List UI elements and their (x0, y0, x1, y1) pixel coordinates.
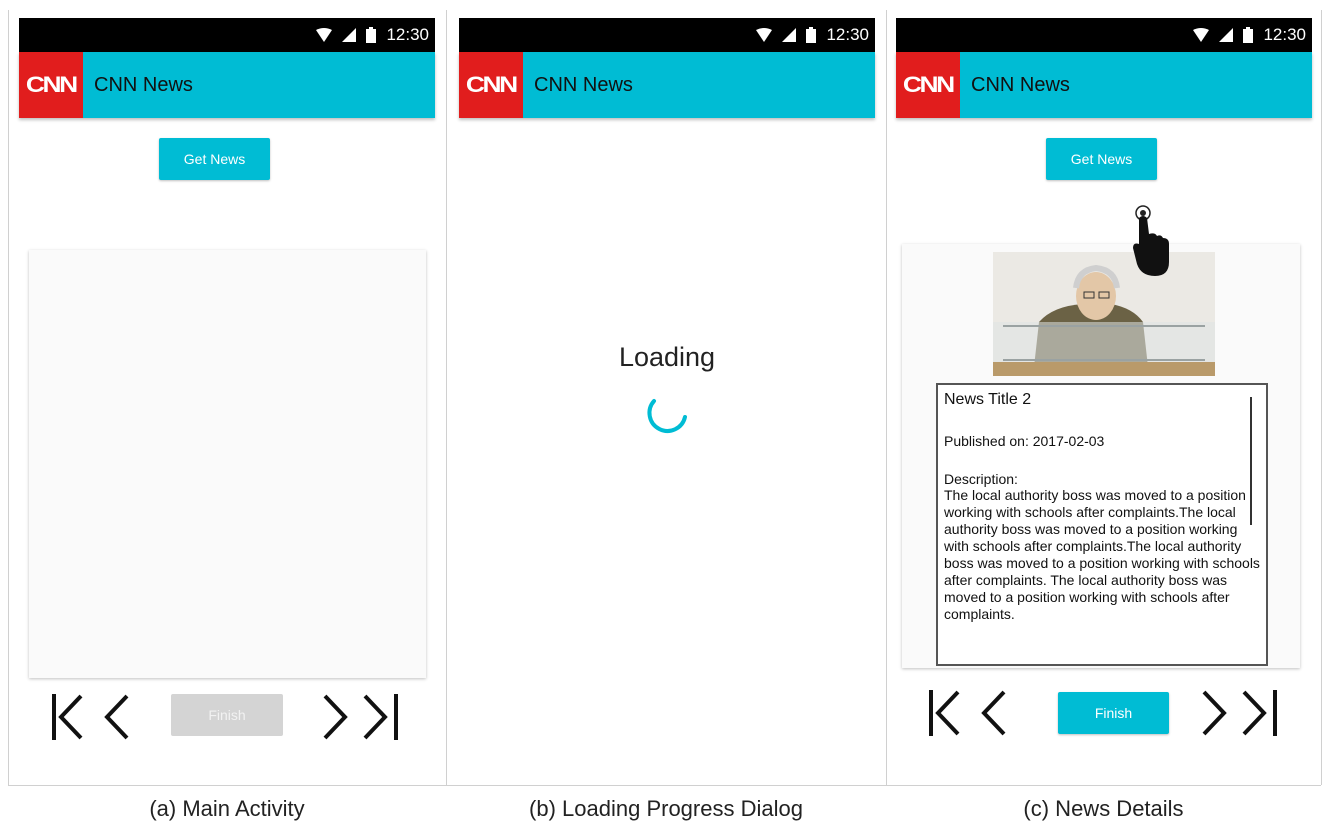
news-title: News Title 2 (944, 391, 1032, 408)
cnn-logo: CNN (896, 52, 960, 118)
app-bar: CNN CNN News (896, 52, 1312, 118)
news-description: The local authority boss was moved to a … (944, 487, 1260, 622)
news-card-empty (29, 250, 426, 678)
previous-icon[interactable] (101, 692, 133, 742)
hand-pointer-icon (1133, 205, 1169, 276)
signal-icon (342, 28, 357, 42)
app-title: CNN News (94, 74, 193, 96)
battery-icon (366, 27, 377, 43)
status-time: 12:30 (386, 25, 429, 44)
news-image (993, 252, 1215, 376)
caption-loading-dialog: (b) Loading Progress Dialog (529, 796, 803, 821)
previous-icon[interactable] (978, 688, 1010, 738)
get-news-button[interactable]: Get News (159, 138, 270, 180)
wifi-icon (1193, 28, 1210, 42)
skip-to-last-icon[interactable] (357, 692, 399, 742)
published-date: Published on: 2017-02-03 (944, 433, 1105, 449)
skip-to-last-icon[interactable] (1236, 688, 1278, 738)
app-bar: CNN CNN News (19, 52, 435, 118)
courtroom-sketch-image (993, 252, 1215, 376)
next-icon[interactable] (1198, 688, 1230, 738)
skip-to-first-icon[interactable] (928, 688, 970, 738)
frame-divider-2 (886, 10, 887, 785)
loading-dialog-screen: 12:30 CNN CNN News Loading (459, 18, 875, 778)
signal-icon (1219, 28, 1234, 42)
signal-icon (782, 28, 797, 42)
caption-news-details: (c) News Details (1023, 796, 1184, 821)
frame-left-border (8, 10, 9, 785)
wifi-icon (316, 28, 333, 42)
frame-right-border (1321, 10, 1322, 785)
cnn-logo: CNN (459, 52, 523, 118)
caption-main-activity: (a) Main Activity (149, 796, 305, 821)
next-icon[interactable] (319, 692, 351, 742)
news-detail-box[interactable]: News Title 2 Published on: 2017-02-03 De… (936, 383, 1268, 666)
news-details-screen: 12:30 CNN CNN News Get News News Title 2… (896, 18, 1312, 778)
wifi-icon (756, 28, 773, 42)
status-bar: 12:30 (459, 18, 875, 52)
battery-icon (1243, 27, 1254, 43)
cnn-logo: CNN (19, 52, 83, 118)
skip-to-first-icon[interactable] (51, 692, 93, 742)
description-label: Description: (944, 471, 1018, 487)
loading-message: Loading (618, 342, 716, 372)
app-bar: CNN CNN News (459, 52, 875, 118)
scrollbar[interactable] (1250, 397, 1252, 525)
app-title: CNN News (534, 74, 633, 96)
finish-button[interactable]: Finish (1058, 692, 1169, 734)
get-news-button[interactable]: Get News (1046, 138, 1157, 180)
status-time: 12:30 (1263, 25, 1306, 44)
finish-button[interactable]: Finish (171, 694, 283, 736)
status-bar: 12:30 (896, 18, 1312, 52)
status-bar: 12:30 (19, 18, 435, 52)
main-activity-screen: 12:30 CNN CNN News Get News Finish (19, 18, 435, 778)
status-time: 12:30 (826, 25, 869, 44)
app-title: CNN News (971, 74, 1070, 96)
loading-spinner-icon (647, 399, 687, 433)
frame-bottom-border (8, 785, 1321, 786)
battery-icon (806, 27, 817, 43)
frame-divider-1 (446, 10, 447, 785)
